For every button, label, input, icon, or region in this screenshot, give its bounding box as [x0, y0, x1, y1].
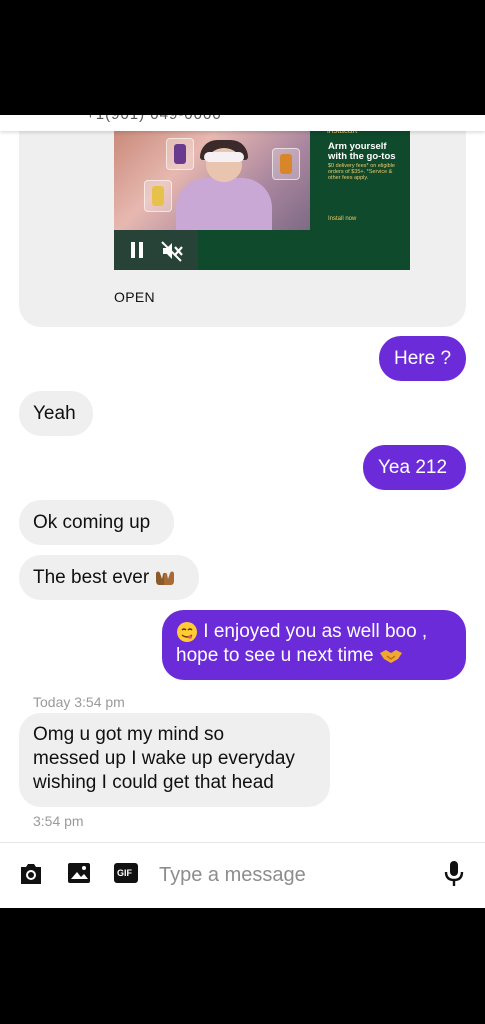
message-timestamp: 3:54 pm: [33, 813, 84, 829]
message-text-line-2: messed up I wake up everyday: [33, 748, 295, 769]
conversation-screen: +1(901) 049-0000 instacart: [0, 115, 485, 908]
message-text-line-3: wishing I could get that head: [33, 772, 274, 793]
timestamp-divider: Today 3:54 pm: [33, 694, 125, 710]
message-line: I enjoyed you as well boo ,: [176, 620, 466, 644]
gif-icon[interactable]: GIF: [114, 863, 138, 883]
message-bubble-outgoing[interactable]: Here ?: [379, 336, 466, 381]
mute-icon[interactable]: [160, 240, 184, 262]
video-controls: [114, 230, 198, 270]
message-bubble-outgoing[interactable]: Yea 212: [363, 445, 466, 490]
message-bubble-outgoing[interactable]: I enjoyed you as well boo , hope to see …: [162, 610, 466, 680]
pause-icon[interactable]: [130, 242, 144, 258]
message-line: hope to see u next time: [176, 644, 466, 668]
message-composer: GIF Type a message: [0, 842, 485, 908]
message-bubble-incoming[interactable]: Omg u got my mind so messed up I wake up…: [19, 713, 330, 807]
message-text: Here ?: [394, 348, 452, 369]
contact-header[interactable]: +1(901) 049-0000: [0, 115, 485, 131]
message-text-line-1: I enjoyed you as well boo ,: [203, 621, 428, 642]
message-bubble-incoming[interactable]: The best ever: [19, 555, 199, 600]
ad-headline: Arm yourself with the go-tos: [328, 141, 396, 162]
handshake-icon: [379, 649, 402, 663]
savoring-face-icon: [177, 621, 197, 642]
raised-hands-icon: [156, 571, 175, 585]
sponsored-ad-card[interactable]: instacart Arm yourself with the go-tos $…: [19, 115, 466, 327]
message-text-line-1: Omg u got my mind so: [33, 724, 225, 745]
message-text: Yea 212: [378, 457, 448, 478]
ad-open-button[interactable]: OPEN: [114, 289, 155, 305]
message-text-line-2: hope to see u next time: [176, 645, 374, 666]
message-text: Ok coming up: [33, 512, 151, 533]
ad-image: [114, 130, 310, 230]
image-icon[interactable]: [67, 862, 91, 884]
gif-label: GIF: [117, 868, 132, 878]
ad-install-link[interactable]: Install now: [328, 216, 356, 222]
message-text: Yeah: [33, 403, 76, 424]
message-bubble-incoming[interactable]: Ok coming up: [19, 500, 174, 545]
contact-phone-number: +1(901) 049-0000: [86, 115, 222, 123]
camera-icon[interactable]: [19, 863, 43, 885]
message-text: The best ever: [33, 567, 150, 588]
ad-video[interactable]: instacart Arm yourself with the go-tos $…: [114, 130, 410, 270]
ad-fine-print: $0 delivery fees* on eligible orders of …: [328, 163, 395, 181]
message-line: The best ever: [33, 566, 199, 590]
message-input[interactable]: Type a message: [159, 864, 306, 887]
microphone-icon[interactable]: [444, 860, 464, 888]
message-bubble-incoming[interactable]: Yeah: [19, 391, 93, 436]
